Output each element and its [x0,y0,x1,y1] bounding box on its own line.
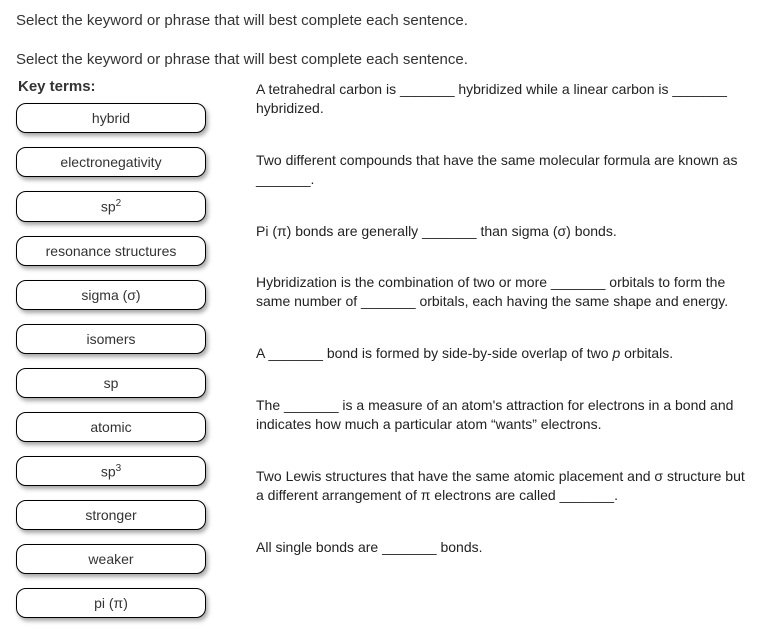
term-pill[interactable]: pi (π) [16,588,206,618]
term-pill[interactable]: hybrid [16,103,206,133]
term-pill[interactable]: atomic [16,412,206,442]
term-pill[interactable]: sigma (σ) [16,280,206,310]
term-pill[interactable]: electronegativity [16,147,206,177]
sentence: Two Lewis structures that have the same … [256,467,756,505]
term-pill[interactable]: sp2 [16,191,206,222]
term-pill[interactable]: weaker [16,544,206,574]
sentence: Two different compounds that have the sa… [256,151,756,189]
sentence: A _______ bond is formed by side-by-side… [256,344,756,363]
term-pill[interactable]: sp [16,368,206,398]
sentence: All single bonds are _______ bonds. [256,538,756,557]
term-pill[interactable]: sp3 [16,456,206,487]
page-subheader: Select the keyword or phrase that will b… [16,51,756,68]
page-header: Select the keyword or phrase that will b… [16,12,756,29]
terms-list: hybrid electronegativity sp2 resonance stru… [16,103,226,618]
key-terms-column: Key terms: hybrid electronegativity sp2 res… [16,78,226,632]
sentence: Pi (π) bonds are generally _______ than … [256,222,756,241]
key-terms-label: Key terms: [16,78,226,95]
term-pill[interactable]: isomers [16,324,206,354]
sentence: Hybridization is the combination of two … [256,273,756,311]
term-pill[interactable]: stronger [16,500,206,530]
content-area: Key terms: hybrid electronegativity sp2 res… [16,78,756,632]
sentence: A tetrahedral carbon is _______ hybridiz… [256,80,756,118]
sentence: The _______ is a measure of an atom's at… [256,396,756,434]
sentences-column: A tetrahedral carbon is _______ hybridiz… [256,78,756,632]
term-pill[interactable]: resonance structures [16,236,206,266]
